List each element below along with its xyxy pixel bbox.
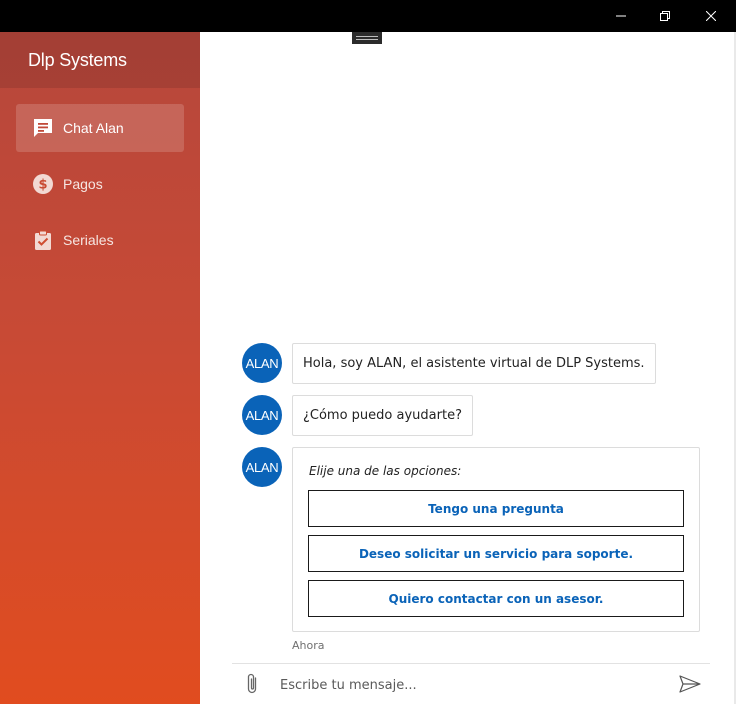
message-bubble: ¿Cómo puedo ayudarte? [292, 395, 473, 436]
paperclip-icon [247, 673, 257, 694]
avatar: ALAN [242, 447, 282, 487]
restore-icon [660, 11, 670, 21]
attach-button[interactable] [240, 670, 264, 698]
options-prompt: Elije una de las opciones: [309, 464, 462, 478]
sidebar-item-label: Chat Alan [63, 120, 124, 136]
chat-panel: ALAN Hola, soy ALAN, el asistente virtua… [200, 32, 736, 704]
dollar-icon: $ [32, 173, 54, 195]
clipboard-check-icon [32, 229, 54, 251]
minimize-icon [616, 15, 626, 17]
message-input[interactable] [280, 672, 660, 698]
sidebar-item-label: Seriales [63, 232, 114, 248]
sidebar-item-pagos[interactable]: $ Pagos [16, 160, 184, 208]
send-icon [679, 675, 701, 693]
sidebar-item-chat-alan[interactable]: Chat Alan [16, 104, 184, 152]
avatar: ALAN [242, 343, 282, 383]
chat-icon [32, 117, 54, 139]
minimize-button[interactable] [598, 0, 644, 32]
avatar: ALAN [242, 395, 282, 435]
option-button-soporte[interactable]: Deseo solicitar un servicio para soporte… [308, 535, 684, 572]
composer-divider [232, 663, 710, 664]
restore-button[interactable] [642, 0, 688, 32]
message-bubble: Hola, soy ALAN, el asistente virtual de … [292, 343, 656, 384]
brand-header: Dlp Systems [0, 32, 200, 88]
brand-title: Dlp Systems [28, 50, 127, 70]
title-bar [0, 0, 736, 32]
message-timestamp: Ahora [292, 639, 325, 652]
sidebar-item-label: Pagos [63, 176, 103, 192]
drag-handle[interactable] [352, 32, 382, 44]
options-card: Elije una de las opciones: Tengo una pre… [292, 447, 700, 632]
close-icon [706, 11, 716, 21]
sidebar: Dlp Systems Chat Alan $ Pagos Seriales [0, 32, 200, 704]
close-button[interactable] [688, 0, 734, 32]
app-window: Dlp Systems Chat Alan $ Pagos Seriales A… [0, 0, 736, 704]
sidebar-item-seriales[interactable]: Seriales [16, 216, 184, 264]
option-button-pregunta[interactable]: Tengo una pregunta [308, 490, 684, 527]
svg-text:$: $ [38, 178, 47, 193]
send-button[interactable] [676, 672, 704, 696]
option-button-asesor[interactable]: Quiero contactar con un asesor. [308, 580, 684, 617]
